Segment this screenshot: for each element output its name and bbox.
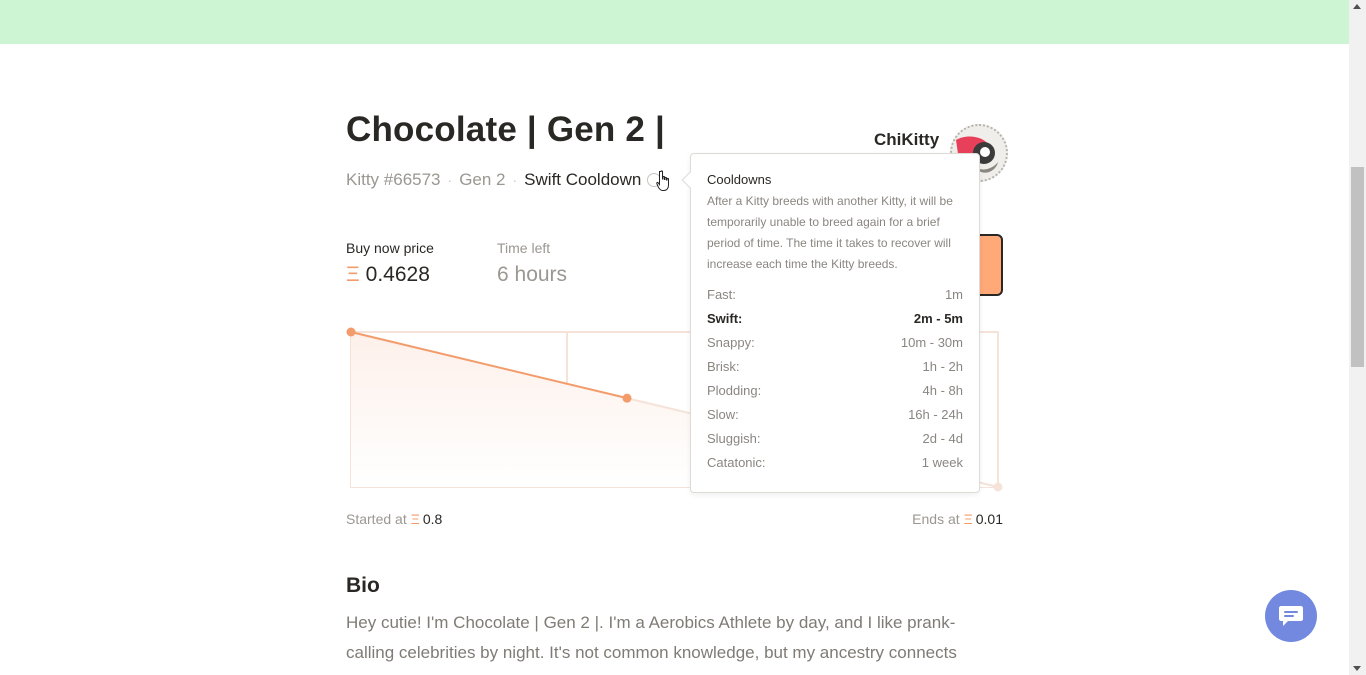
cooldown-name: Plodding:	[707, 383, 762, 398]
cooldown-label[interactable]: Swift Cooldown	[524, 170, 641, 190]
separator-dot: ·	[512, 172, 518, 188]
ends-at: Ends at Ξ 0.01	[912, 511, 1003, 527]
page-scrollbar[interactable]	[1349, 0, 1366, 675]
tooltip-caret	[681, 171, 699, 189]
cooldowns-tooltip: Cooldowns After a Kitty breeds with anot…	[681, 153, 980, 493]
cooldown-list: Fast: 1m Swift: 2m - 5m Snappy: 10m - 30m Bris…	[707, 283, 963, 475]
cooldown-range: 1 week	[921, 455, 963, 470]
chat-bubble-icon	[1279, 606, 1303, 626]
cooldown-range: 2m - 5m	[913, 311, 963, 326]
scroll-up-icon[interactable]	[1353, 4, 1361, 9]
end-price-point	[993, 482, 1003, 492]
cooldown-range: 16h - 24h	[908, 407, 963, 422]
kitty-meta: Kitty #66573 · Gen 2 · Swift Cooldown	[346, 170, 662, 190]
ether-icon: Ξ	[410, 511, 420, 527]
cooldown-range: 2d - 4d	[922, 431, 963, 446]
kitty-id: Kitty #66573	[346, 170, 441, 189]
cooldown-name: Catatonic:	[707, 455, 766, 470]
cooldown-name: Brisk:	[707, 359, 740, 374]
cooldown-name: Fast:	[707, 287, 736, 302]
cooldown-row: Slow: 16h - 24h	[707, 403, 963, 427]
started-value: 0.8	[422, 511, 443, 527]
bio-text: Hey cutie! I'm Chocolate | Gen 2 |. I'm …	[346, 613, 957, 662]
scrollbar-thumb[interactable]	[1351, 167, 1364, 367]
hand-pointer-icon	[656, 170, 669, 191]
cooldown-row: Swift: 2m - 5m	[707, 307, 963, 331]
cooldown-range: 10m - 30m	[900, 335, 963, 350]
cooldown-range: 1h - 2h	[922, 359, 963, 374]
ether-icon: Ξ	[346, 263, 360, 286]
cooldown-row: Catatonic: 1 week	[707, 451, 963, 475]
cooldown-row: Sluggish: 2d - 4d	[707, 427, 963, 451]
buy-now-price-label: Buy now price	[346, 240, 434, 256]
current-price-point	[622, 393, 632, 403]
start-price-point	[346, 327, 356, 337]
kitty-title: Chocolate | Gen 2 |	[346, 110, 666, 149]
ends-value: 0.01	[975, 511, 1003, 527]
cooldown-row: Plodding: 4h - 8h	[707, 379, 963, 403]
price-amount: 0.4628	[365, 263, 430, 286]
cooldown-range: 4h - 8h	[922, 383, 963, 398]
cooldown-row: Brisk: 1h - 2h	[707, 355, 963, 379]
cooldown-name: Snappy:	[707, 335, 755, 350]
tooltip-description: After a Kitty breeds with another Kitty,…	[707, 194, 953, 271]
cooldown-row: Snappy: 10m - 30m	[707, 331, 963, 355]
cooldown-range: 1m	[944, 287, 963, 302]
scroll-down-icon[interactable]	[1353, 666, 1361, 671]
time-left-label: Time left	[497, 240, 551, 256]
ether-icon: Ξ	[963, 511, 973, 527]
bio-heading: Bio	[346, 574, 380, 597]
time-left-value: 6 hours	[497, 263, 568, 286]
kitty-generation: Gen 2	[459, 170, 506, 189]
separator-dot: ·	[447, 172, 453, 188]
owner-name[interactable]: ChiKitty	[874, 130, 939, 150]
ends-label: Ends at	[912, 511, 960, 527]
cooldown-name: Slow:	[707, 407, 739, 422]
started-at: Started at Ξ 0.8	[346, 511, 442, 527]
top-banner	[0, 0, 1349, 44]
started-label: Started at	[346, 511, 407, 527]
chat-button[interactable]	[1265, 590, 1317, 642]
cooldown-name: Swift:	[707, 311, 743, 326]
tooltip-title: Cooldowns	[707, 172, 772, 187]
cooldown-name: Sluggish:	[707, 431, 761, 446]
cooldown-row: Fast: 1m	[707, 283, 963, 307]
buy-now-price: Ξ 0.4628	[346, 263, 430, 287]
